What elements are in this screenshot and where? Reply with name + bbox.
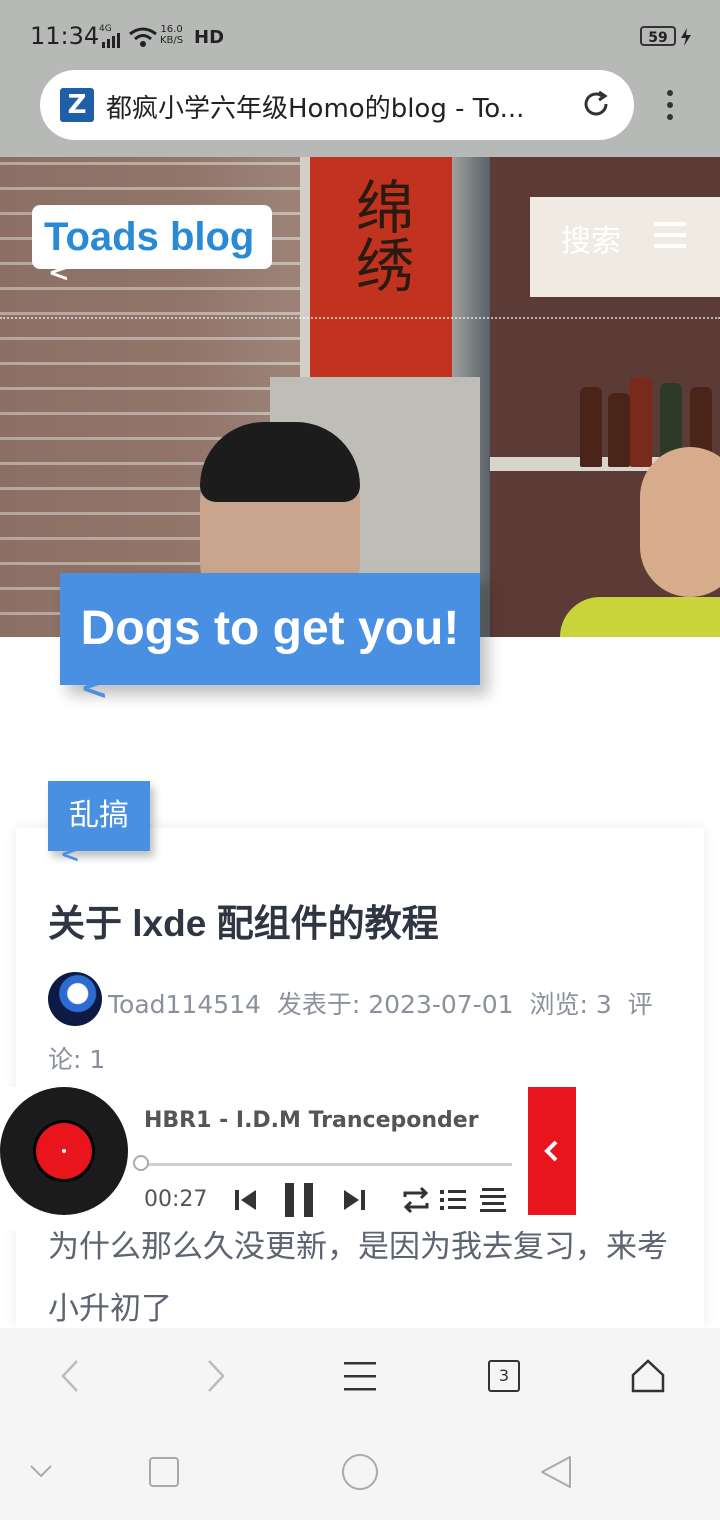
comments-label-b: 论: <box>48 1045 82 1074</box>
logo-caret-icon: < <box>48 258 70 288</box>
views-label: 浏览: <box>529 990 588 1019</box>
post-meta-cont: 论: 1 <box>48 1040 105 1076</box>
reload-icon[interactable] <box>580 88 612 120</box>
bottle <box>580 387 602 467</box>
speed-unit: KB/S <box>160 35 184 46</box>
category-caret-icon: < <box>60 840 81 868</box>
collapse-chevron-icon[interactable] <box>540 1138 564 1164</box>
shelf-box <box>530 197 720 297</box>
site-tagline: Dogs to get you! <box>80 602 460 655</box>
published-label: 发表于: <box>276 990 361 1019</box>
progress-bar[interactable] <box>142 1163 512 1166</box>
wifi-icon <box>129 27 157 47</box>
post-excerpt: 为什么那么久没更新，是因为我去复习，来考小升初了 <box>48 1229 668 1327</box>
signal-icon <box>102 33 120 48</box>
previous-icon[interactable] <box>232 1184 260 1216</box>
comments-label-a: 评 <box>627 990 653 1019</box>
tabs-icon[interactable]: 3 <box>488 1360 520 1392</box>
page-title[interactable]: 都疯小学六年级Homo的blog - To... <box>106 88 556 125</box>
shirt <box>560 597 720 637</box>
back-icon[interactable] <box>58 1358 82 1394</box>
speed-value: 16.0 <box>160 24 183 35</box>
hd-badge: HD <box>194 27 225 48</box>
forward-icon[interactable] <box>204 1358 228 1394</box>
views-count: 3 <box>595 990 612 1019</box>
charging-icon <box>681 28 691 46</box>
bottle <box>608 393 630 467</box>
disc-center <box>62 1149 66 1153</box>
bottle <box>630 377 652 467</box>
comments-count: 1 <box>89 1045 106 1074</box>
site-logo[interactable]: Toads blog <box>44 210 254 264</box>
lyrics-icon[interactable] <box>478 1184 508 1216</box>
avatar[interactable] <box>48 972 102 1026</box>
progress-knob[interactable] <box>133 1155 149 1171</box>
pause-icon[interactable] <box>282 1181 318 1219</box>
battery-indicator: 59 <box>640 26 676 46</box>
repeat-icon[interactable] <box>400 1184 432 1216</box>
post-meta: Toad114514 发表于: 2023-07-01 浏览: 3 评 <box>108 985 653 1021</box>
home-icon[interactable] <box>630 1358 666 1394</box>
more-icon[interactable] <box>660 88 680 122</box>
header-divider <box>0 317 720 319</box>
nav-down-icon[interactable] <box>28 1462 54 1480</box>
tagline-caret-icon: < <box>80 668 109 708</box>
nav-recent-icon[interactable] <box>148 1456 180 1488</box>
hamburger-menu-icon[interactable] <box>654 221 686 249</box>
author-name[interactable]: Toad114514 <box>108 990 261 1019</box>
status-time: 11:34 <box>30 22 100 50</box>
search-link[interactable]: 搜索 <box>561 216 621 260</box>
nav-back-icon[interactable] <box>538 1454 574 1490</box>
post-title[interactable]: 关于 lxde 配组件的教程 <box>48 893 439 947</box>
second-boy <box>640 447 720 597</box>
published-date: 2023-07-01 <box>368 990 514 1019</box>
song-title: HBR1 - I.D.M Tranceponder <box>144 1108 479 1133</box>
menu-icon[interactable] <box>342 1360 378 1392</box>
network-speed: 16.0 KB/S <box>160 24 183 46</box>
next-icon[interactable] <box>340 1184 368 1216</box>
nav-home-icon[interactable] <box>340 1452 380 1492</box>
banner-text: 绵绣 <box>346 177 414 293</box>
playlist-icon[interactable] <box>438 1184 468 1216</box>
site-z-icon: Z <box>60 88 94 122</box>
play-time: 00:27 <box>144 1187 208 1212</box>
